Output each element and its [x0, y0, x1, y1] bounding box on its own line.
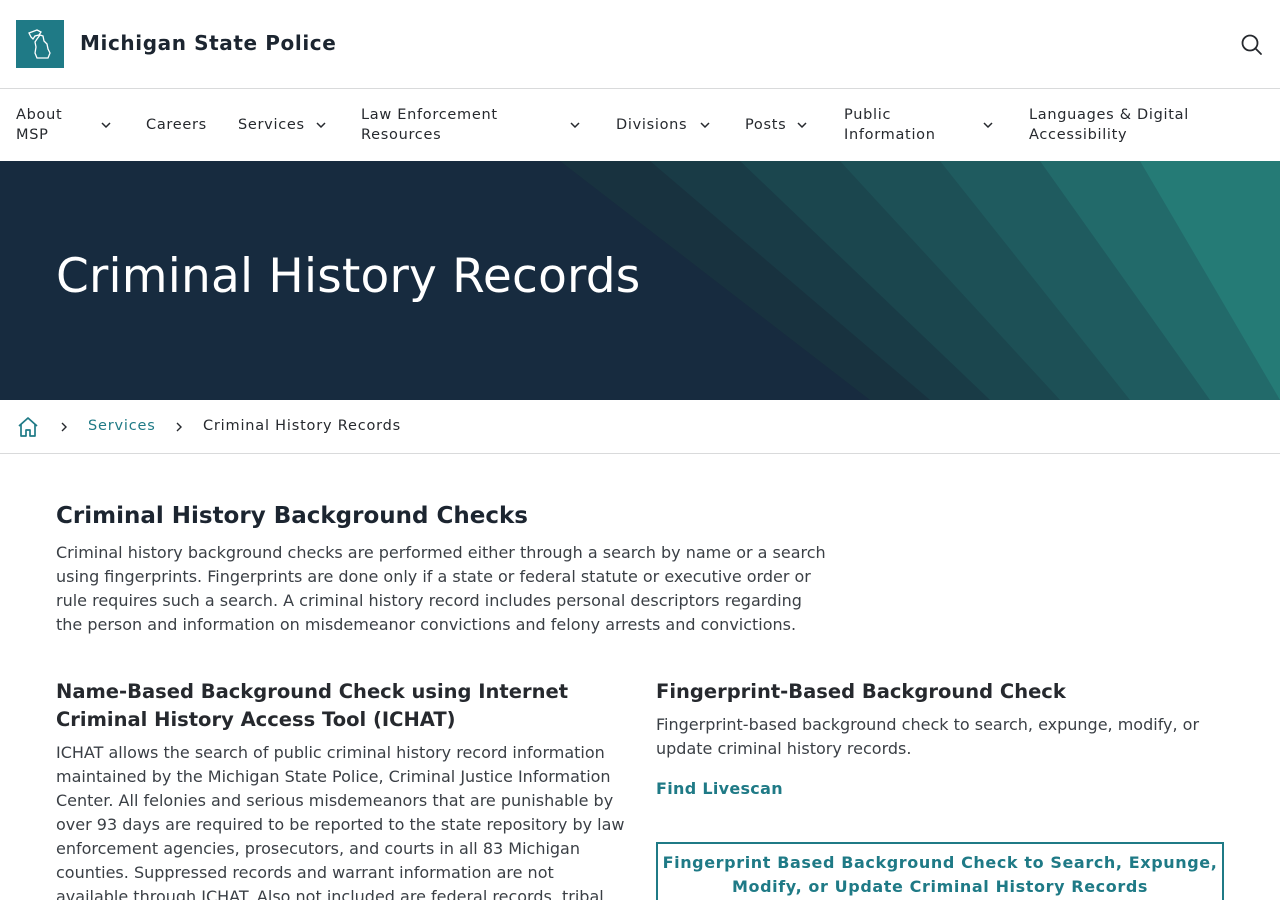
- nav-label-line: MSP: [16, 127, 49, 143]
- nav-label-line: Languages & Digital: [1029, 107, 1189, 123]
- chevron-down-icon: [316, 122, 326, 129]
- nav-label: Languages & Digital Accessibility: [1029, 105, 1189, 145]
- ichat-heading: Name-Based Background Check using Intern…: [56, 678, 616, 734]
- heading-line: Criminal History Access Tool (ICHAT): [56, 708, 456, 731]
- chevron-down-icon: [797, 122, 807, 129]
- nav-label-line: Information: [844, 127, 936, 143]
- text-line: using fingerprints. Fingerprints are don…: [56, 567, 811, 586]
- fingerprint-background-check-button[interactable]: Fingerprint Based Background Check to Se…: [656, 842, 1224, 900]
- fingerprint-heading: Fingerprint-Based Background Check: [656, 680, 1066, 703]
- text-line: enforcement agencies, prosecutors, and c…: [56, 839, 580, 858]
- search-icon[interactable]: [1239, 32, 1265, 58]
- text-line: ICHAT allows the search of public crimin…: [56, 743, 605, 762]
- text-line: over 93 days are required to be reported…: [56, 815, 625, 834]
- main-nav: About MSP Careers Services Law Enforceme…: [0, 89, 1280, 161]
- nav-item-posts[interactable]: Posts: [745, 89, 813, 161]
- chevron-down-icon: [700, 122, 710, 129]
- fingerprint-paragraph: Fingerprint-based background check to se…: [656, 713, 1236, 761]
- nav-item-careers[interactable]: Careers: [146, 89, 216, 161]
- text-line: counties. Suppressed records and warrant…: [56, 863, 554, 882]
- button-label-line: Modify, or Update Criminal History Recor…: [731, 877, 1149, 896]
- nav-item-services[interactable]: Services: [238, 89, 330, 161]
- chevron-right-icon: [61, 422, 67, 432]
- nav-item-about-msp[interactable]: About MSP: [16, 89, 112, 161]
- section-heading: Criminal History Background Checks: [56, 503, 528, 529]
- nav-label-line: Accessibility: [1029, 127, 1128, 143]
- text-line: Criminal history background checks are p…: [56, 543, 826, 562]
- chevron-right-icon: [176, 422, 182, 432]
- hero-banner: Criminal History Records: [0, 161, 1280, 400]
- nav-label: Law Enforcement Resources: [361, 105, 498, 145]
- page-title: Criminal History Records: [56, 249, 641, 304]
- nav-label-line: About: [16, 107, 63, 123]
- site-header: Michigan State Police: [0, 0, 1280, 89]
- nav-label: About MSP: [16, 105, 62, 145]
- breadcrumb-current: Criminal History Records: [203, 418, 402, 434]
- chevron-down-icon: [570, 122, 580, 129]
- chevron-down-icon: [101, 122, 111, 129]
- nav-label: Divisions: [616, 117, 688, 133]
- heading-line: Name-Based Background Check using Intern…: [56, 680, 569, 703]
- nav-label: Services: [238, 117, 305, 133]
- michigan-state-outline-icon[interactable]: [16, 20, 64, 68]
- nav-label-line: Public: [844, 107, 892, 123]
- text-line: available through ICHAT. Also not includ…: [56, 887, 604, 900]
- text-line: maintained by the Michigan State Police,…: [56, 767, 611, 786]
- find-livescan-link[interactable]: Find Livescan: [656, 779, 783, 798]
- home-icon[interactable]: [16, 415, 40, 439]
- nav-label: Posts: [745, 117, 787, 133]
- nav-label-line: Resources: [361, 127, 442, 143]
- text-line: rule requires such a search. A criminal …: [56, 591, 802, 610]
- nav-item-languages-accessibility[interactable]: Languages & Digital Accessibility: [1029, 89, 1269, 161]
- breadcrumb: Services Criminal History Records: [0, 400, 1280, 454]
- button-label-line: Fingerprint Based Background Check to Se…: [662, 853, 1218, 872]
- nav-label: Careers: [146, 117, 207, 133]
- site-title[interactable]: Michigan State Police: [80, 31, 336, 55]
- text-line: update criminal history records.: [656, 739, 912, 758]
- chevron-down-icon: [983, 122, 993, 129]
- nav-label-line: Law Enforcement: [361, 107, 498, 123]
- nav-item-divisions[interactable]: Divisions: [616, 89, 714, 161]
- ichat-paragraph: ICHAT allows the search of public crimin…: [56, 741, 626, 900]
- text-line: Fingerprint-based background check to se…: [656, 715, 1200, 734]
- intro-paragraph: Criminal history background checks are p…: [56, 541, 836, 637]
- nav-item-public-information[interactable]: Public Information: [844, 89, 998, 161]
- breadcrumb-link-services[interactable]: Services: [88, 418, 156, 434]
- nav-label: Public Information: [844, 105, 936, 145]
- nav-item-law-enforcement-resources[interactable]: Law Enforcement Resources: [361, 89, 585, 161]
- text-line: the person and information on misdemeano…: [56, 615, 797, 634]
- text-line: Center. All felonies and serious misdeme…: [56, 791, 614, 810]
